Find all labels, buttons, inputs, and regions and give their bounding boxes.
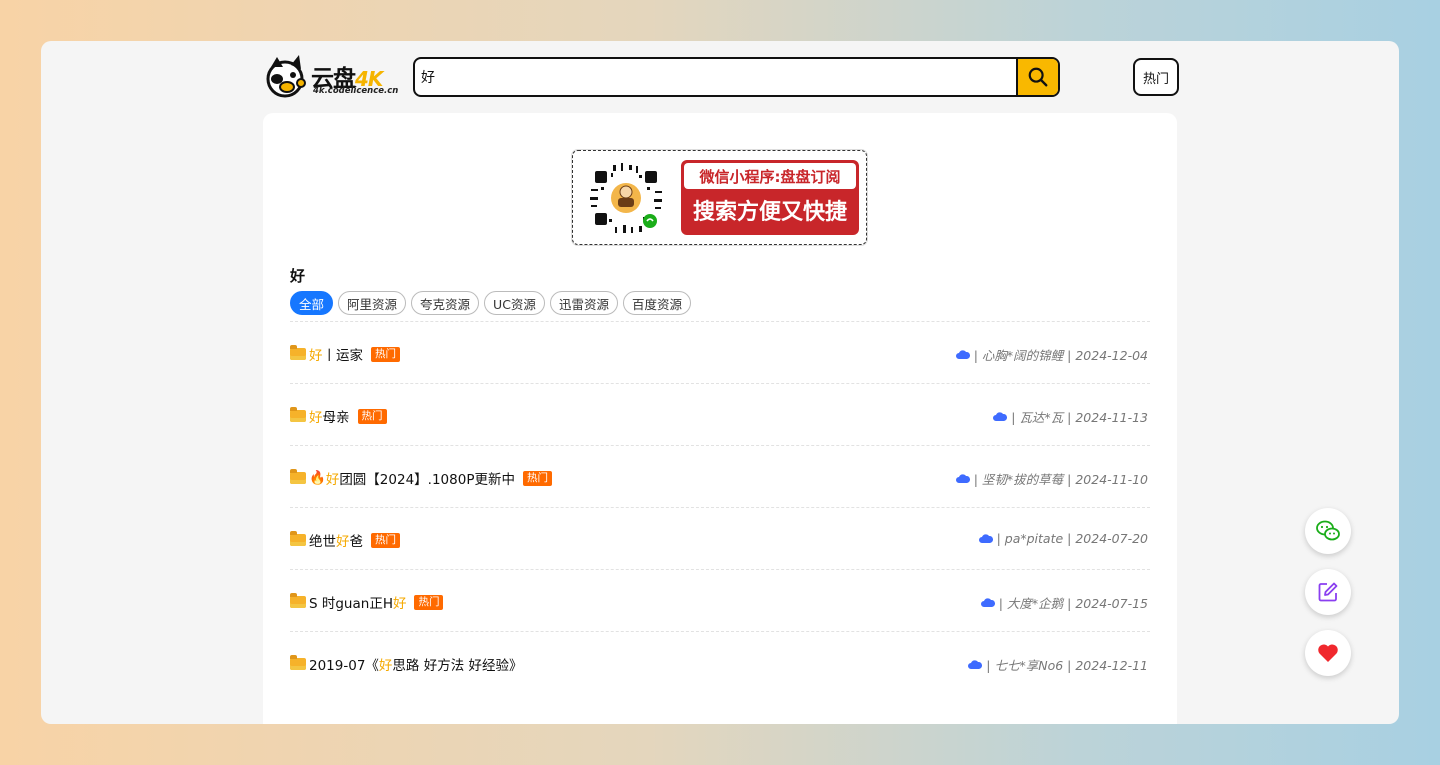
result-title[interactable]: 🔥 好团圆【2024】.1080P更新中 热门 xyxy=(290,468,552,488)
result-row[interactable]: S 时guan正H 好 热门 | 大度*企鹅 | 2024-07-15 xyxy=(290,569,1150,631)
title-highlight: 好 xyxy=(309,348,323,364)
result-meta: | 七七*享No6 | 2024-12-11 xyxy=(968,655,1148,674)
filter-baidu[interactable]: 百度资源 xyxy=(622,291,691,315)
result-row[interactable]: 2019-07《好思路 好方法 好经验》 | 七七*享No6 | 2024-12… xyxy=(290,631,1150,693)
title-suffix: 丨运家 xyxy=(322,348,364,364)
wechat-icon xyxy=(1316,520,1340,541)
miniprogram-banner[interactable]: 微信小程序:盘盘订阅 搜索方便又快捷 xyxy=(572,150,867,245)
hot-tag: 热门 xyxy=(371,346,400,362)
title-highlight: 好 xyxy=(378,658,393,674)
title-prefix: 🔥 xyxy=(309,470,326,486)
title-prefix: 绝世 xyxy=(309,534,336,550)
title-suffix: 思路 好方法 好经验》 xyxy=(392,658,523,674)
source-filters: 全部 阿里资源 夸克资源 UC资源 迅雷资源 百度资源 xyxy=(290,291,691,315)
logo[interactable]: 云盘4K 4k.codelicence.cn xyxy=(263,53,398,103)
filter-quark[interactable]: 夸克资源 xyxy=(411,291,480,315)
cloud-icon xyxy=(955,349,970,359)
title-highlight: 好 xyxy=(325,472,340,488)
result-row[interactable]: 绝世好爸 热门 | pa*pitate | 2024-07-20 xyxy=(290,507,1150,569)
title-suffix: 团圆【2024】.1080P更新中 xyxy=(339,472,515,488)
folder-icon xyxy=(290,593,306,608)
result-title[interactable]: 绝世好爸 热门 xyxy=(290,530,400,550)
result-title[interactable]: 好母亲 热门 xyxy=(290,406,387,426)
edit-button[interactable] xyxy=(1305,569,1351,615)
cloud-icon xyxy=(968,659,983,669)
edit-icon xyxy=(1318,582,1338,602)
results-card: 微信小程序:盘盘订阅 搜索方便又快捷 好 全部 阿里资源 夸克资源 UC资源 迅… xyxy=(263,113,1177,724)
result-meta: | 心胸*阔的锦鲤 | 2024-12-04 xyxy=(955,345,1148,364)
result-meta: | pa*pitate | 2024-07-20 xyxy=(978,531,1148,546)
folder-icon xyxy=(290,407,306,422)
filter-aliyun[interactable]: 阿里资源 xyxy=(338,291,407,315)
header: 云盘4K 4k.codelicence.cn 热门 xyxy=(263,51,1179,103)
favorite-button[interactable] xyxy=(1305,630,1351,676)
results-list: 好丨运家 热门 | 心胸*阔的锦鲤 | 2024-12-04 好母亲 热门 | … xyxy=(290,321,1150,693)
title-prefix: 2019-07《 xyxy=(309,658,379,674)
hot-tag: 热门 xyxy=(357,408,387,424)
result-row[interactable]: 好母亲 热门 | 瓦达*瓦 | 2024-11-13 xyxy=(290,383,1150,445)
promo-line2: 搜索方便又快捷 xyxy=(692,200,847,225)
result-meta: | 大度*企鹅 | 2024-07-15 xyxy=(980,593,1148,612)
search-input[interactable] xyxy=(415,59,1017,95)
cloud-icon xyxy=(993,411,1008,421)
result-title[interactable]: 2019-07《好思路 好方法 好经验》 xyxy=(290,654,523,674)
filter-uc[interactable]: UC资源 xyxy=(484,291,545,315)
filter-xunlei[interactable]: 迅雷资源 xyxy=(549,291,618,315)
app-window: 云盘4K 4k.codelicence.cn 热门 xyxy=(41,41,1399,724)
promo-block: 微信小程序:盘盘订阅 搜索方便又快捷 xyxy=(681,160,859,235)
folder-icon xyxy=(290,469,306,484)
title-highlight: 好 xyxy=(336,534,350,550)
dog-mascot-icon xyxy=(266,55,306,98)
result-row[interactable]: 好丨运家 热门 | 心胸*阔的锦鲤 | 2024-12-04 xyxy=(290,321,1150,383)
search-button[interactable] xyxy=(1016,59,1058,95)
title-prefix: S 时guan正H xyxy=(309,596,393,612)
brand-domain: 4k.codelicence.cn xyxy=(313,86,399,96)
result-meta: | 坚韧*拔的草莓 | 2024-11-10 xyxy=(955,469,1148,488)
search-icon xyxy=(1028,67,1048,87)
query-title: 好 xyxy=(290,267,306,285)
search-bar xyxy=(413,57,1060,97)
title-highlight: 好 xyxy=(309,410,323,426)
folder-icon xyxy=(290,655,306,670)
title-suffix: 母亲 xyxy=(322,410,350,426)
hot-button[interactable]: 热门 xyxy=(1133,58,1179,96)
filter-all[interactable]: 全部 xyxy=(290,291,334,315)
result-title[interactable]: S 时guan正H 好 热门 xyxy=(290,592,444,612)
qr-code-icon xyxy=(586,158,666,238)
hot-tag: 热门 xyxy=(371,532,400,548)
cloud-icon xyxy=(980,597,995,607)
result-title[interactable]: 好丨运家 热门 xyxy=(290,344,400,364)
folder-icon xyxy=(290,531,306,546)
folder-icon xyxy=(290,345,306,360)
hot-tag: 热门 xyxy=(522,470,552,486)
cloud-icon xyxy=(955,473,970,483)
cloud-icon xyxy=(978,533,993,543)
result-meta: | 瓦达*瓦 | 2024-11-13 xyxy=(993,407,1148,426)
title-highlight: 好 xyxy=(392,596,407,612)
promo-line1: 微信小程序:盘盘订阅 xyxy=(684,163,856,189)
result-row[interactable]: 🔥 好团圆【2024】.1080P更新中 热门 | 坚韧*拔的草莓 | 2024-… xyxy=(290,445,1150,507)
heart-icon xyxy=(1318,644,1338,662)
title-suffix: 爸 xyxy=(349,534,364,550)
hot-tag: 热门 xyxy=(414,594,444,610)
wechat-button[interactable] xyxy=(1305,508,1351,554)
